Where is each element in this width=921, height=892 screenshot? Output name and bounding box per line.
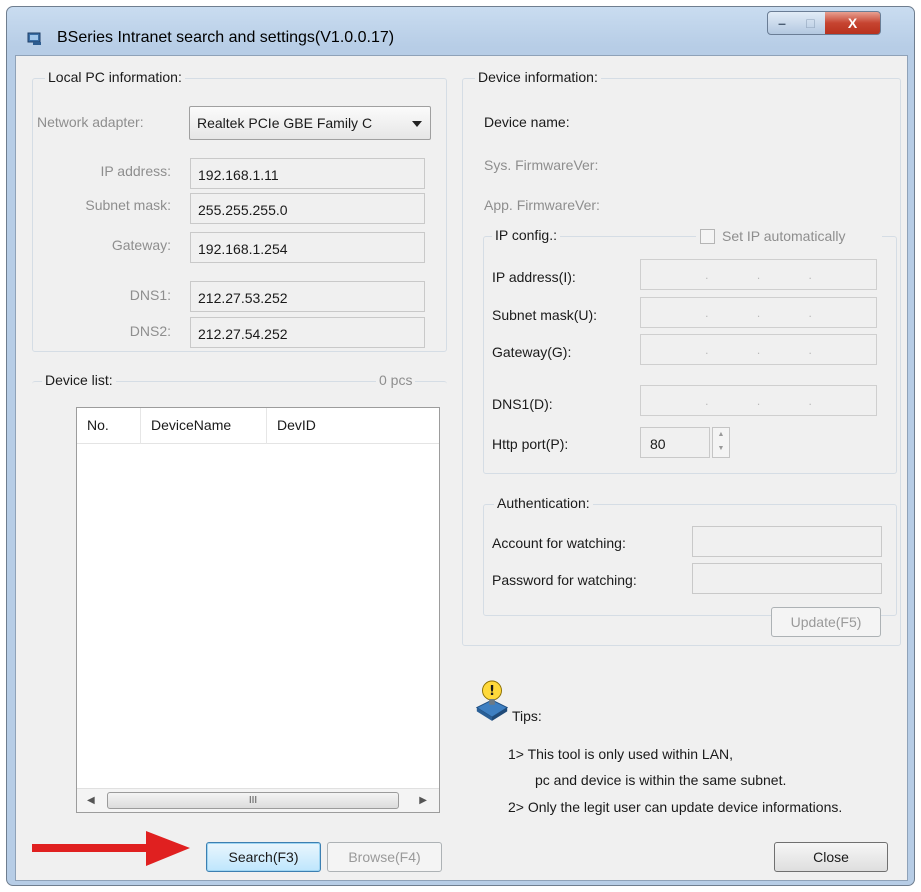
scroll-left-icon[interactable]: ◀ (87, 795, 95, 806)
close-window-button[interactable]: X (825, 11, 881, 35)
title-bar[interactable]: BSeries Intranet search and settings(V1.… (7, 7, 914, 57)
local-dns1-field: 212.27.53.252 (190, 281, 425, 312)
spin-down-icon[interactable]: ▼ (713, 442, 729, 456)
window-title: BSeries Intranet search and settings(V1.… (57, 29, 395, 46)
set-ip-auto-wrapper[interactable]: Set IP automatically (696, 227, 882, 247)
device-info-title: Device information: (475, 69, 601, 85)
app-window: BSeries Intranet search and settings(V1.… (6, 6, 915, 886)
update-button[interactable]: Update(F5) (771, 607, 881, 637)
dns1-input-label: DNS1(D): (492, 396, 553, 412)
device-ip-field[interactable]: ... (640, 259, 877, 290)
local-pc-group-title: Local PC information: (45, 69, 185, 85)
app-firmware-label: App. FirmwareVer: (484, 197, 600, 213)
ip-config-group: IP config.: Set IP automatically IP addr… (483, 227, 897, 474)
ip-config-title: IP config.: (492, 227, 561, 243)
dns2-label: DNS2: (129, 323, 171, 339)
local-subnet-field: 255.255.255.0 (190, 193, 425, 224)
tips-lightbulb-icon: ! (475, 680, 509, 721)
local-dns2-field: 212.27.54.252 (190, 317, 425, 348)
minimize-button[interactable]: – (767, 11, 797, 35)
http-port-spinner[interactable]: ▲ ▼ (712, 427, 730, 458)
scroll-thumb[interactable]: III (107, 792, 399, 809)
local-gateway-field: 192.168.1.254 (190, 232, 425, 263)
search-button[interactable]: Search(F3) (206, 842, 321, 872)
close-button[interactable]: Close (774, 842, 888, 872)
subnet-mask-input-label: Subnet mask(U): (492, 307, 598, 323)
device-list-header: No. DeviceName DevID (77, 408, 439, 444)
device-list-table[interactable]: No. DeviceName DevID ◀ III ▶ (76, 407, 440, 813)
tips-line-3: 2> Only the legit user can update device… (508, 799, 843, 815)
device-dns1-field[interactable]: ... (640, 385, 877, 416)
device-list-title: Device list: (42, 372, 116, 388)
device-name-label: Device name: (484, 114, 570, 130)
set-ip-auto-checkbox[interactable] (700, 229, 715, 244)
ip-address-label: IP address: (100, 163, 171, 179)
gateway-label: Gateway: (111, 237, 171, 253)
http-port-label: Http port(P): (492, 436, 569, 452)
tips-line-1: 1> This tool is only used within LAN, (508, 746, 734, 762)
network-adapter-select[interactable]: Realtek PCIe GBE Family C (189, 106, 431, 140)
column-header-devicename[interactable]: DeviceName (141, 408, 267, 444)
app-icon (27, 32, 41, 45)
password-field[interactable] (692, 563, 882, 594)
column-header-no[interactable]: No. (77, 408, 141, 444)
maximize-button[interactable]: □ (796, 11, 826, 35)
subnet-mask-label: Subnet mask: (85, 197, 171, 213)
account-label: Account for watching: (492, 535, 626, 551)
password-label: Password for watching: (492, 572, 637, 588)
device-subnet-field[interactable]: ... (640, 297, 877, 328)
authentication-group: Authentication: Account for watching: Pa… (483, 495, 897, 616)
chevron-down-icon (412, 121, 422, 127)
dns1-label: DNS1: (129, 287, 171, 303)
close-icon: X (847, 15, 858, 31)
device-info-group: Device information: Device name: Sys. Fi… (462, 69, 901, 646)
column-header-devid[interactable]: DevID (267, 408, 441, 444)
scroll-right-icon[interactable]: ▶ (419, 795, 427, 806)
dialog-client: Local PC information: Network adapter: R… (15, 55, 908, 881)
local-pc-group: Local PC information: Network adapter: R… (32, 69, 447, 352)
annotation-arrow-icon (32, 831, 190, 866)
network-adapter-value: Realtek PCIe GBE Family C (197, 115, 373, 131)
http-port-field[interactable]: 80 (640, 427, 710, 458)
local-ip-field: 192.168.1.11 (190, 158, 425, 189)
account-field[interactable] (692, 526, 882, 557)
device-list-group: Device list: 0 pcs No. DeviceName DevID … (32, 372, 447, 815)
horizontal-scrollbar[interactable]: ◀ III ▶ (77, 788, 439, 812)
tips-line-2: pc and device is within the same subnet. (535, 772, 787, 788)
gateway-input-label: Gateway(G): (492, 344, 572, 360)
minimize-icon: – (778, 15, 786, 31)
ip-address-input-label: IP address(I): (492, 269, 576, 285)
device-count: 0 pcs (376, 372, 416, 388)
svg-text:!: ! (489, 684, 495, 699)
authentication-title: Authentication: (494, 495, 593, 511)
browse-button[interactable]: Browse(F4) (327, 842, 442, 872)
network-adapter-label: Network adapter: (37, 114, 144, 130)
tips-title: Tips: (512, 708, 542, 724)
maximize-icon: □ (806, 15, 815, 31)
device-gateway-field[interactable]: ... (640, 334, 877, 365)
set-ip-auto-label: Set IP automatically (722, 228, 846, 244)
sys-firmware-label: Sys. FirmwareVer: (484, 157, 599, 173)
spin-up-icon[interactable]: ▲ (713, 428, 729, 442)
